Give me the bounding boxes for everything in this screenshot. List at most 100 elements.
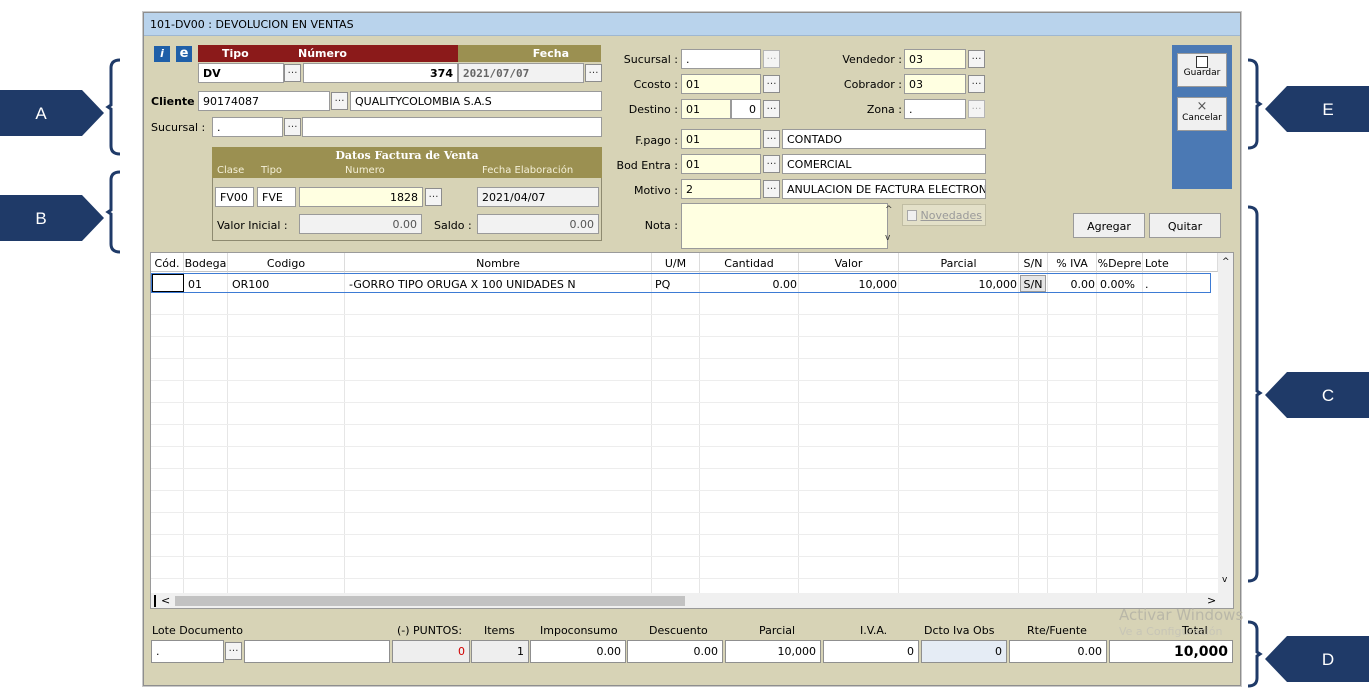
- factura-subheader: Clase Tipo Numero Fecha Elaboración: [212, 164, 602, 178]
- row-nombre-cell[interactable]: -GORRO TIPO ORUGA X 100 UNIDADES N: [349, 274, 649, 294]
- dcto-iva-obs-label: Dcto Iva Obs: [924, 624, 995, 637]
- vendedor-lookup-button[interactable]: …: [968, 50, 985, 68]
- close-icon: ×: [1196, 99, 1208, 114]
- lote-desc-field[interactable]: [244, 640, 390, 663]
- row-sn-button[interactable]: S/N: [1020, 275, 1046, 292]
- parcial-label: Parcial: [759, 624, 796, 637]
- motivo-lookup-button[interactable]: …: [763, 180, 780, 198]
- ccosto-field[interactable]: 01: [681, 74, 761, 94]
- grid-cursor-mark: [154, 595, 156, 607]
- motivo-field[interactable]: 2: [681, 179, 761, 199]
- grid-vertical-scrollbar[interactable]: ^ v: [1218, 253, 1233, 593]
- grid-hline: [151, 578, 1218, 579]
- row-cod-cell[interactable]: [152, 274, 184, 292]
- nota-scroll-down-icon[interactable]: v: [885, 233, 890, 243]
- scroll-left-icon[interactable]: <: [161, 594, 170, 607]
- e-document-icon[interactable]: e: [176, 46, 192, 62]
- destino-field[interactable]: 01: [681, 99, 731, 119]
- cliente-nombre-field[interactable]: QUALITYCOLOMBIA S.A.S: [350, 91, 602, 111]
- valor-inicial-field[interactable]: 0.00: [299, 214, 422, 234]
- cobrador-lookup-button[interactable]: …: [968, 75, 985, 93]
- clase-label: Clase: [217, 165, 245, 176]
- vendedor-label: Vendedor :: [842, 53, 902, 66]
- factura-fecha-field[interactable]: 2021/04/07: [477, 187, 599, 207]
- col-um[interactable]: U/M: [652, 253, 700, 272]
- row-valor-cell[interactable]: 10,000: [800, 274, 898, 294]
- col-parcial[interactable]: Parcial: [899, 253, 1019, 272]
- quitar-button[interactable]: Quitar: [1149, 213, 1221, 238]
- bod-entra-field[interactable]: 01: [681, 154, 761, 174]
- brace-c: [1247, 205, 1263, 583]
- guardar-button[interactable]: Guardar: [1177, 53, 1227, 87]
- grid-vline: [183, 272, 184, 608]
- numero-field[interactable]: 374: [303, 63, 458, 83]
- grid-hline: [151, 446, 1218, 447]
- impoconsumo-label: Impoconsumo: [540, 624, 618, 637]
- factura-tipo-field[interactable]: FVE: [257, 187, 296, 207]
- detail-grid[interactable]: Cód. Bodega Codigo Nombre U/M Cantidad V…: [150, 252, 1234, 609]
- row-codigo-cell[interactable]: OR100: [232, 274, 342, 294]
- row-iva-cell[interactable]: 0.00: [1049, 274, 1096, 294]
- nota-scroll-up-icon[interactable]: ^: [885, 205, 893, 215]
- cobrador-field[interactable]: 03: [904, 74, 966, 94]
- scroll-down-icon[interactable]: v: [1222, 575, 1227, 585]
- row-lote-cell[interactable]: .: [1145, 274, 1185, 294]
- saldo-field[interactable]: 0.00: [477, 214, 599, 234]
- annotation-e: E: [1265, 86, 1369, 132]
- row-parcial-cell[interactable]: 10,000: [900, 274, 1018, 294]
- tipo-lookup-button[interactable]: …: [284, 64, 301, 82]
- sucursal2-lookup-button[interactable]: …: [763, 50, 780, 68]
- zona-lookup-button[interactable]: …: [968, 100, 985, 118]
- cliente-codigo-field[interactable]: 90174087: [198, 91, 330, 111]
- horizontal-scroll-thumb[interactable]: [175, 596, 685, 606]
- factura-lookup-button[interactable]: …: [425, 188, 442, 206]
- fecha-picker-button[interactable]: …: [585, 64, 602, 82]
- col-lote[interactable]: Lote: [1143, 253, 1187, 272]
- col-depre[interactable]: %Depre: [1097, 253, 1143, 272]
- factura-clase-field[interactable]: FV00: [215, 187, 254, 207]
- devolucion-window: 101-DV00 : DEVOLUCION EN VENTAS i e Tipo…: [143, 12, 1243, 686]
- lote-documento-field[interactable]: .: [151, 640, 224, 663]
- agregar-button[interactable]: Agregar: [1073, 213, 1145, 238]
- col-nombre[interactable]: Nombre: [345, 253, 652, 272]
- novedades-button[interactable]: Novedades: [902, 204, 986, 226]
- destino-num-field[interactable]: 0: [731, 99, 761, 119]
- fecha-field[interactable]: 2021/07/07: [458, 63, 584, 83]
- bod-entra-lookup-button[interactable]: …: [763, 155, 780, 173]
- col-valor[interactable]: Valor: [799, 253, 899, 272]
- tipo-field[interactable]: DV: [198, 63, 284, 83]
- nota-textarea[interactable]: [681, 203, 888, 249]
- destino-lookup-button[interactable]: …: [763, 100, 780, 118]
- grid-horizontal-scrollbar[interactable]: < >: [151, 593, 1233, 608]
- cliente-lookup-button[interactable]: …: [331, 92, 348, 110]
- sucursal-lookup-button[interactable]: …: [284, 118, 301, 136]
- row-depre-cell[interactable]: 0.00%: [1100, 274, 1142, 294]
- cancelar-button[interactable]: × Cancelar: [1177, 97, 1227, 131]
- zona-field[interactable]: .: [904, 99, 966, 119]
- ccosto-lookup-button[interactable]: …: [763, 75, 780, 93]
- nota-label: Nota :: [644, 219, 678, 232]
- numero-header: Número: [298, 47, 347, 60]
- fpago-label: F.pago :: [635, 134, 678, 147]
- lote-lookup-button[interactable]: …: [225, 642, 242, 660]
- fpago-field[interactable]: 01: [681, 129, 761, 149]
- col-cod[interactable]: Cód.: [151, 253, 184, 272]
- col-sn[interactable]: S/N: [1019, 253, 1048, 272]
- factura-numero-field[interactable]: 1828: [299, 187, 423, 207]
- col-codigo[interactable]: Codigo: [228, 253, 345, 272]
- info-icon[interactable]: i: [154, 46, 170, 62]
- scroll-up-icon[interactable]: ^: [1222, 257, 1230, 267]
- row-bodega-cell[interactable]: 01: [188, 274, 228, 294]
- vendedor-field[interactable]: 03: [904, 49, 966, 69]
- col-iva[interactable]: % IVA: [1048, 253, 1097, 272]
- sucursal-field[interactable]: .: [212, 117, 283, 137]
- col-bodega[interactable]: Bodega: [184, 253, 228, 272]
- col-cantidad[interactable]: Cantidad: [700, 253, 799, 272]
- row-cantidad-cell[interactable]: 0.00: [701, 274, 798, 294]
- sucursal2-field[interactable]: .: [681, 49, 761, 69]
- sucursal-nombre-field[interactable]: [302, 117, 602, 137]
- row-um-cell[interactable]: PQ: [655, 274, 699, 294]
- table-row[interactable]: 01 OR100 -GORRO TIPO ORUGA X 100 UNIDADE…: [151, 273, 1211, 293]
- items-field: 1: [471, 640, 529, 663]
- fpago-lookup-button[interactable]: …: [763, 130, 780, 148]
